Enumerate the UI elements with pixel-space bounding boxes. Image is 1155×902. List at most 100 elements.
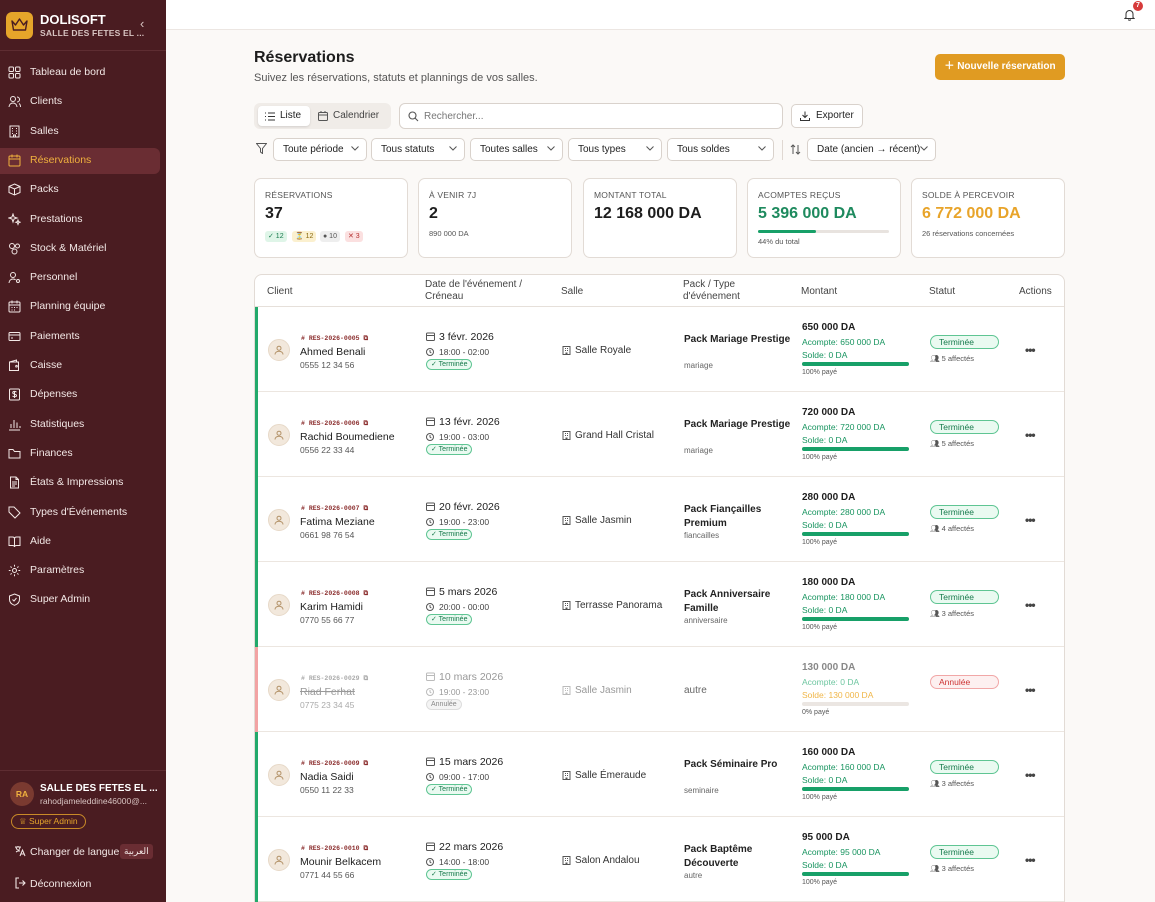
more-actions-icon[interactable]: ••• — [1025, 768, 1036, 782]
other-count-chip: ● 10 — [320, 231, 340, 242]
period-filter-value: Toute période — [283, 144, 344, 155]
sidebar-item-super-admin[interactable]: Super Admin — [0, 587, 160, 613]
table-row[interactable]: # RES-2026-0006 ⧉ Rachid Boumediene 0556 2… — [255, 392, 1064, 477]
chevron-down-icon — [351, 146, 359, 151]
reservation-ref-value: RES-2026-0008 — [308, 590, 360, 597]
period-filter[interactable]: Toute période — [273, 138, 367, 161]
clock-icon — [426, 773, 434, 781]
more-actions-icon[interactable]: ••• — [1025, 343, 1036, 357]
sort-select[interactable]: Date (ancien → récent) — [807, 138, 936, 161]
page-title: Réservations — [254, 49, 355, 66]
client-name: Fatima Meziane — [300, 516, 375, 528]
sidebar-item-salles[interactable]: Salles — [0, 119, 160, 145]
table-row[interactable]: # RES-2026-0029 ⧉ Riad Ferhat 0775 23 34 4… — [255, 647, 1064, 732]
sidebar-item-label: Paiements — [30, 329, 80, 342]
more-actions-icon[interactable]: ••• — [1025, 428, 1036, 442]
tag-icon — [8, 506, 21, 519]
filter-divider — [782, 140, 783, 160]
sidebar-item-finances[interactable]: Finances — [0, 441, 160, 467]
client-avatar — [268, 509, 290, 531]
event-date: 15 mars 2026 — [439, 756, 504, 768]
staff-assigned-count: 3 affectés — [941, 779, 974, 788]
client-name: Riad Ferhat — [300, 686, 355, 698]
copy-icon[interactable]: ⧉ — [363, 675, 368, 682]
more-actions-icon[interactable]: ••• — [1025, 598, 1036, 612]
change-language-button[interactable]: Changer de langue العربية — [14, 844, 154, 860]
room-filter[interactable]: Toutes salles — [470, 138, 563, 161]
sidebar-item-label: Personnel — [30, 271, 78, 284]
chevron-down-icon — [758, 146, 766, 151]
more-actions-icon[interactable]: ••• — [1025, 853, 1036, 867]
sidebar-item-aide[interactable]: Aide — [0, 529, 160, 555]
user-icon — [274, 515, 284, 525]
package-icon — [9, 242, 20, 255]
sidebar-item-paiements[interactable]: Paiements — [0, 324, 160, 350]
table-row[interactable]: # RES-2026-0009 ⧉ Nadia Saidi 0550 11 22 3… — [255, 732, 1064, 817]
event-time: 18:00 - 02:00 — [439, 347, 490, 357]
sidebar-item-depenses[interactable]: Dépenses — [0, 382, 160, 408]
stat-note: 26 réservations concernées — [922, 229, 1015, 238]
table-row[interactable]: # RES-2026-0005 ⧉ Ahmed Benali 0555 12 34 … — [255, 307, 1064, 392]
bell-icon[interactable] — [1124, 9, 1135, 21]
search-input[interactable] — [424, 108, 764, 125]
client-avatar — [268, 849, 290, 871]
sidebar-item-prestations[interactable]: Prestations — [0, 207, 160, 233]
copy-icon[interactable]: ⧉ — [363, 335, 368, 342]
sidebar-item-label: Tableau de bord — [30, 66, 106, 78]
view-list-button[interactable]: Liste — [258, 106, 310, 126]
logout-button[interactable]: Déconnexion — [14, 876, 154, 892]
more-actions-icon[interactable]: ••• — [1025, 683, 1036, 697]
staff-assigned: 👥︎ 3 affectés — [930, 609, 974, 618]
pack-name: Pack Mariage Prestige — [684, 419, 791, 430]
amount-balance: Solde: 130 000 DA — [802, 690, 874, 700]
filter-icon — [256, 143, 267, 154]
copy-icon[interactable]: ⧉ — [363, 590, 368, 597]
sidebar: DOLISOFT SALLE DES FETES EL ... ‹ Tablea… — [0, 0, 166, 902]
sidebar-item-personnel[interactable]: Personnel — [0, 265, 160, 291]
sidebar-item-label: Stock & Matériel — [30, 241, 107, 254]
stat-label: Solde à percevoir — [922, 190, 1015, 200]
staff-assigned: 👥︎ 3 affectés — [930, 779, 974, 788]
sidebar-item-etats-impressions[interactable]: États & Impressions — [0, 470, 160, 496]
copy-icon[interactable]: ⧉ — [363, 845, 368, 852]
staff-assigned-count: 3 affectés — [941, 609, 974, 618]
table-row[interactable]: # RES-2026-0010 ⧉ Mounir Belkacem 0771 44 … — [255, 817, 1064, 902]
more-actions-icon[interactable]: ••• — [1025, 513, 1036, 527]
sidebar-item-planning-equipe[interactable]: Planning équipe — [0, 294, 160, 320]
table-row[interactable]: # RES-2026-0008 ⧉ Karim Hamidi 0770 55 66 … — [255, 562, 1064, 647]
copy-icon[interactable]: ⧉ — [363, 505, 368, 512]
collapse-sidebar-icon[interactable]: ‹ — [140, 16, 144, 31]
sidebar-item-reservations[interactable]: Réservations — [0, 147, 160, 174]
table-row[interactable]: # RES-2026-0007 ⧉ Fatima Meziane 0661 98 7… — [255, 477, 1064, 562]
brand: DOLISOFT SALLE DES FETES EL ... ‹ — [6, 10, 161, 42]
amount-balance: Solde: 0 DA — [802, 435, 848, 445]
sidebar-item-stock-materiel[interactable]: Stock & Matériel — [0, 236, 160, 262]
payment-progress-fill — [802, 362, 909, 366]
status-badge: Terminée — [930, 335, 999, 349]
sidebar-item-statistiques[interactable]: Statistiques — [0, 412, 160, 438]
view-calendar-button[interactable]: Calendrier — [314, 106, 388, 126]
sidebar-item-tableau-de-bord[interactable]: Tableau de bord — [0, 60, 160, 86]
copy-icon[interactable]: ⧉ — [363, 760, 368, 767]
pending-count-chip: ⏳ 12 — [292, 231, 317, 242]
status-filter[interactable]: Tous statuts — [371, 138, 465, 161]
room-name: Terrasse Panorama — [575, 600, 663, 611]
sidebar-item-types-d-evenements[interactable]: Types d'Événements — [0, 500, 160, 526]
sidebar-item-label: Caisse — [30, 359, 63, 371]
export-button[interactable]: Exporter — [791, 104, 863, 128]
event-status-chip: ✓ Terminée — [426, 444, 473, 455]
sidebar-item-packs[interactable]: Packs — [0, 177, 160, 203]
column-header-client: Client — [267, 286, 293, 297]
sidebar-item-caisse[interactable]: Caisse — [0, 353, 160, 379]
receipt-icon — [9, 388, 20, 401]
stat-note: 44% du total — [758, 237, 800, 246]
event-type: mariage — [684, 446, 713, 455]
new-reservation-button[interactable]: ＋ Nouvelle réservation — [935, 54, 1065, 80]
sidebar-divider — [0, 50, 166, 51]
page-subtitle: Suivez les réservations, statuts et plan… — [254, 72, 538, 84]
copy-icon[interactable]: ⧉ — [363, 420, 368, 427]
sidebar-item-clients[interactable]: Clients — [0, 89, 160, 115]
type-filter[interactable]: Tous types — [568, 138, 662, 161]
sidebar-item-parametres[interactable]: Paramètres — [0, 558, 160, 584]
balance-filter[interactable]: Tous soldes — [667, 138, 774, 161]
